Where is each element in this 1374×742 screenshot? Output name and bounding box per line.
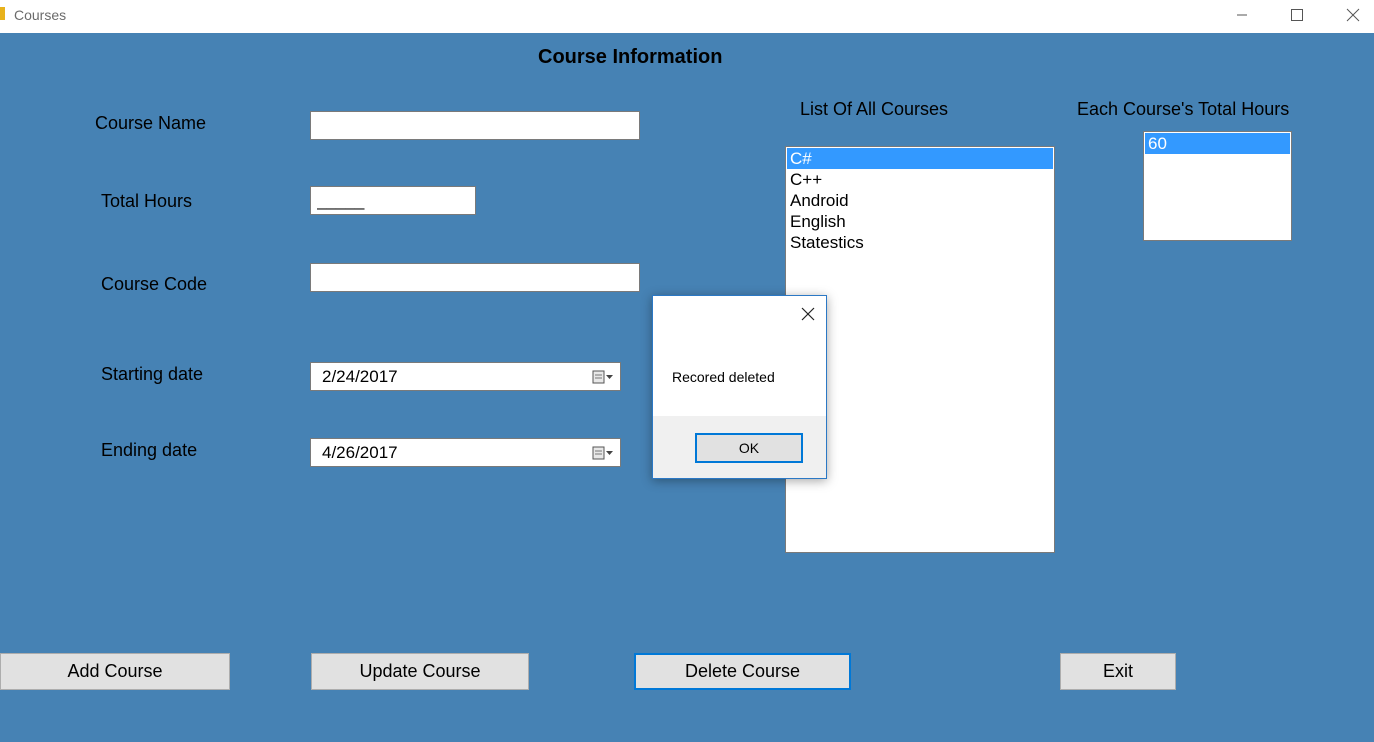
window-title: Courses	[14, 7, 67, 23]
form-heading: Course Information	[538, 46, 723, 68]
ending-date-picker[interactable]: 4/26/2017	[310, 438, 621, 467]
message-dialog: Recored deleted OK	[652, 295, 827, 479]
minimize-button[interactable]	[1219, 0, 1265, 30]
list-item[interactable]: C#	[787, 148, 1053, 169]
list-item[interactable]: English	[787, 211, 1053, 232]
hours-list-label: Each Course's Total Hours	[1077, 99, 1290, 119]
maximize-button[interactable]	[1274, 0, 1320, 30]
list-item[interactable]: 60	[1145, 133, 1290, 154]
total-hours-label: Total Hours	[101, 191, 193, 211]
list-item[interactable]: Android	[787, 190, 1053, 211]
starting-date-label: Starting date	[101, 364, 204, 384]
ending-date-label: Ending date	[101, 440, 198, 460]
starting-date-value: 2/24/2017	[322, 366, 398, 386]
hours-listbox[interactable]: 60	[1143, 131, 1292, 241]
exit-button[interactable]: Exit	[1060, 653, 1176, 690]
ending-date-value: 4/26/2017	[322, 442, 398, 462]
calendar-dropdown-icon[interactable]	[592, 446, 614, 460]
dialog-ok-button[interactable]: OK	[695, 433, 803, 463]
update-course-button[interactable]: Update Course	[311, 653, 529, 690]
add-course-button[interactable]: Add Course	[0, 653, 230, 690]
course-code-input[interactable]	[310, 263, 640, 292]
delete-course-button[interactable]: Delete Course	[634, 653, 851, 690]
course-name-label: Course Name	[95, 113, 207, 133]
dialog-footer: OK	[653, 416, 826, 478]
list-item[interactable]: Statestics	[787, 232, 1053, 253]
close-icon	[801, 307, 815, 321]
list-item[interactable]: C++	[787, 169, 1053, 190]
close-icon	[1346, 8, 1360, 22]
maximize-icon	[1291, 9, 1303, 21]
dialog-close-button[interactable]	[798, 304, 818, 324]
starting-date-picker[interactable]: 2/24/2017	[310, 362, 621, 391]
dialog-message: Recored deleted	[672, 369, 775, 385]
window-titlebar[interactable]: Courses	[0, 0, 1374, 33]
course-code-label: Course Code	[101, 274, 208, 294]
calendar-dropdown-icon[interactable]	[592, 370, 614, 384]
app-icon	[0, 7, 5, 20]
course-name-input[interactable]	[310, 111, 640, 140]
courses-list-label: List Of All Courses	[800, 99, 949, 119]
total-hours-input[interactable]	[310, 186, 476, 215]
close-button[interactable]	[1330, 0, 1374, 30]
minimize-icon	[1237, 14, 1247, 16]
